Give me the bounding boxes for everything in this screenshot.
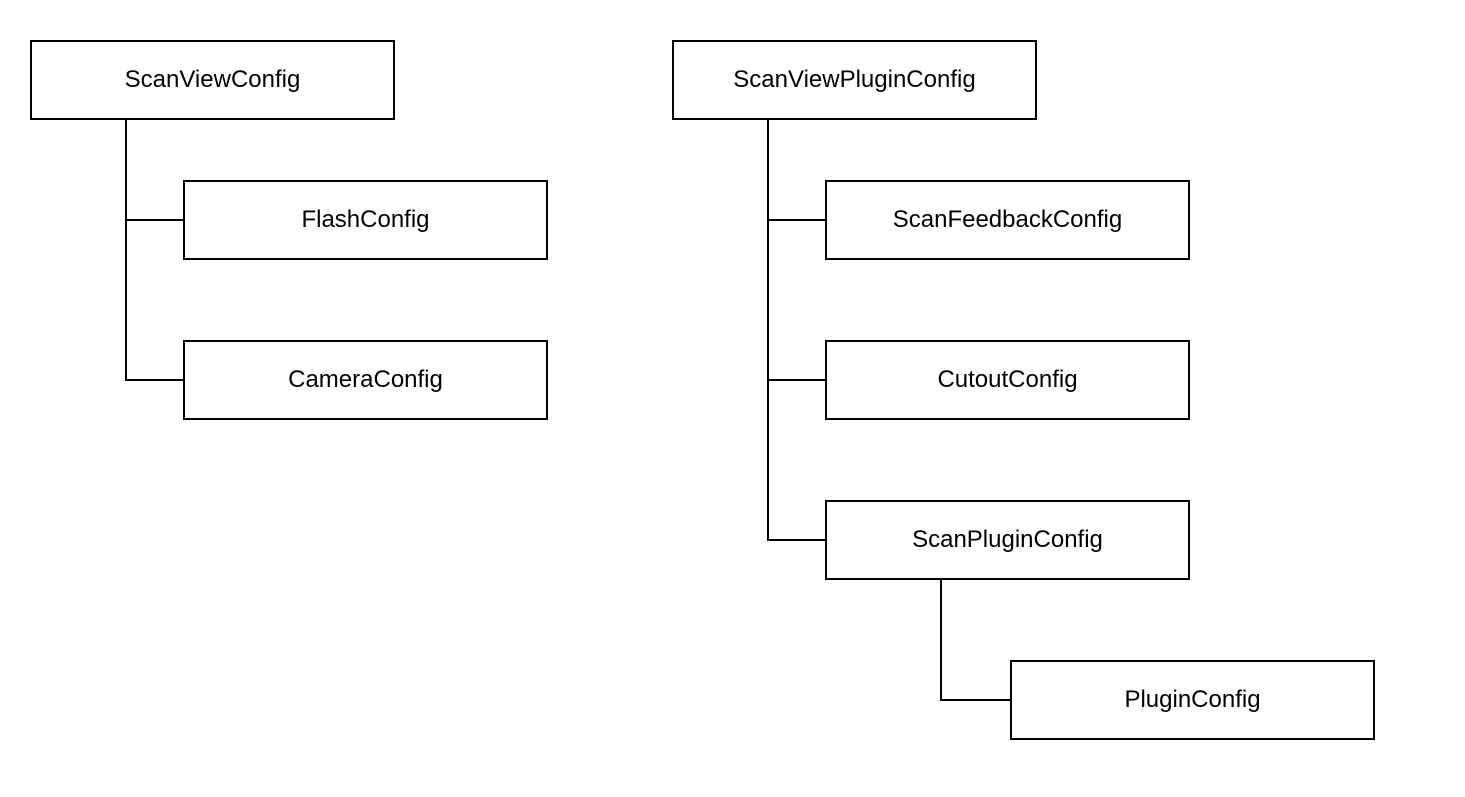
connector (940, 699, 1010, 701)
connector (767, 539, 825, 541)
node-scanfeedbackconfig: ScanFeedbackConfig (825, 180, 1190, 260)
node-label: ScanViewPluginConfig (733, 66, 975, 94)
connector (125, 219, 183, 221)
connector (767, 379, 825, 381)
node-label: FlashConfig (301, 206, 429, 234)
node-flashconfig: FlashConfig (183, 180, 548, 260)
node-cutoutconfig: CutoutConfig (825, 340, 1190, 420)
node-cameraconfig: CameraConfig (183, 340, 548, 420)
connector (125, 379, 183, 381)
connector (767, 219, 825, 221)
node-pluginconfig: PluginConfig (1010, 660, 1375, 740)
node-label: PluginConfig (1124, 686, 1260, 714)
node-scanpluginconfig: ScanPluginConfig (825, 500, 1190, 580)
node-label: ScanViewConfig (125, 66, 301, 94)
node-label: CameraConfig (288, 366, 443, 394)
connector (940, 580, 942, 700)
connector (767, 120, 769, 540)
node-label: CutoutConfig (937, 366, 1077, 394)
node-scanviewconfig: ScanViewConfig (30, 40, 395, 120)
node-scanviewpluginconfig: ScanViewPluginConfig (672, 40, 1037, 120)
node-label: ScanPluginConfig (912, 526, 1103, 554)
node-label: ScanFeedbackConfig (893, 206, 1122, 234)
connector (125, 120, 127, 380)
